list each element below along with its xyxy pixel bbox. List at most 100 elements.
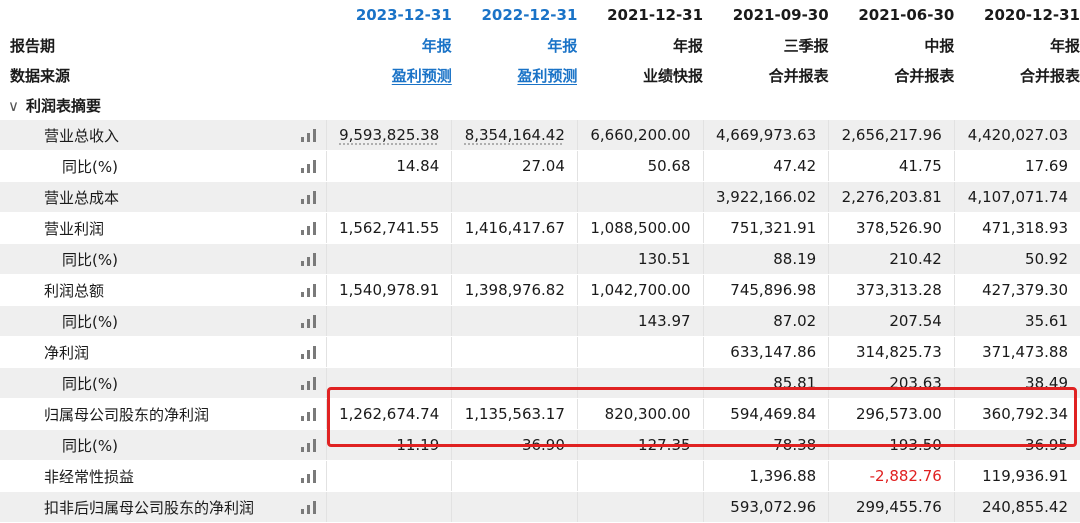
- row-label: 净利润: [0, 336, 327, 368]
- bar-chart-icon[interactable]: [300, 346, 316, 359]
- value-cell: 751,321.91: [702, 212, 829, 244]
- report-type: 年报: [326, 30, 452, 60]
- row-label: 同比(%): [0, 367, 327, 399]
- value-cell: 296,573.00: [828, 398, 955, 430]
- value-cell: 35.61: [953, 305, 1080, 337]
- header-source-row: 数据来源 盈利预测 盈利预测 业绩快报 合并报表 合并报表 合并报表: [0, 60, 1080, 90]
- value-cell: [451, 243, 578, 275]
- value-cell: 299,455.76: [828, 491, 955, 523]
- report-type: 中报: [828, 30, 955, 60]
- value-cell: 371,473.88: [953, 336, 1080, 368]
- section-header-income-summary[interactable]: ∨ 利润表摘要: [0, 90, 1080, 120]
- value-cell: [576, 367, 704, 399]
- value-cell: 427,379.30: [953, 274, 1080, 306]
- value-cell: 85.81: [702, 367, 829, 399]
- section-title-text: 利润表摘要: [26, 96, 102, 115]
- value-cell: [325, 305, 452, 337]
- value-cell: 2,276,203.81: [828, 181, 955, 213]
- report-type: 年报: [954, 30, 1080, 60]
- source-link-forecast[interactable]: 盈利预测: [451, 60, 578, 90]
- value-cell: 1,135,563.17: [451, 398, 578, 430]
- table-row: 利润总额 1,540,978.91 1,398,976.82 1,042,700.00…: [0, 274, 1080, 306]
- value-cell: 41.75: [828, 150, 955, 182]
- value-cell: 87.02: [702, 305, 829, 337]
- row-label-text: 营业利润: [44, 219, 105, 238]
- row-label-text: 净利润: [44, 343, 90, 362]
- report-period-label: 报告期: [0, 30, 327, 60]
- value-cell: 378,526.90: [828, 212, 955, 244]
- bar-chart-icon[interactable]: [300, 129, 316, 142]
- bar-chart-icon[interactable]: [300, 191, 316, 204]
- section-title[interactable]: ∨ 利润表摘要: [0, 90, 327, 120]
- value-cell: 1,088,500.00: [576, 212, 704, 244]
- value-cell: [325, 181, 452, 213]
- report-type: 年报: [577, 30, 704, 60]
- value-cell: 78.38: [702, 429, 829, 461]
- value-cell: 4,420,027.03: [953, 120, 1080, 151]
- source-link-forecast[interactable]: 盈利预测: [326, 60, 452, 90]
- value-cell: 36.90: [451, 429, 578, 461]
- row-label-text: 营业总成本: [44, 188, 120, 207]
- row-label: 扣非后归属母公司股东的净利润: [0, 491, 327, 523]
- value-cell: 203.63: [828, 367, 955, 399]
- value-cell: 14.84: [325, 150, 452, 182]
- value-cell: 11.19: [325, 429, 452, 461]
- bar-chart-icon[interactable]: [300, 408, 316, 421]
- value-cell: 38.49: [953, 367, 1080, 399]
- bar-chart-icon[interactable]: [300, 439, 316, 452]
- value-cell: [451, 181, 578, 213]
- row-label: 营业总成本: [0, 181, 327, 213]
- bar-chart-icon[interactable]: [300, 284, 316, 297]
- table-row: 非经常性损益 1,396.88 -2,882.76 119,936.91: [0, 460, 1080, 492]
- bar-chart-icon[interactable]: [300, 377, 316, 390]
- value-cell: [576, 460, 704, 492]
- value-cell: 88.19: [702, 243, 829, 275]
- value-cell: 119,936.91: [953, 460, 1080, 492]
- bar-chart-icon[interactable]: [300, 501, 316, 514]
- value-cell: 745,896.98: [702, 274, 829, 306]
- header-date[interactable]: 2021-09-30: [703, 0, 829, 30]
- header-report-type-row: 报告期 年报 年报 年报 三季报 中报 年报: [0, 30, 1080, 60]
- table-row: 营业总成本 3,922,166.02 2,276,203.81 4,107,071.7…: [0, 181, 1080, 213]
- value-cell: 360,792.34: [953, 398, 1080, 430]
- report-type: 年报: [451, 30, 578, 60]
- value-cell: 36.95: [953, 429, 1080, 461]
- chevron-down-icon[interactable]: ∨: [8, 97, 22, 115]
- value-cell: [576, 491, 704, 523]
- bar-chart-icon[interactable]: [300, 315, 316, 328]
- value-cell: [576, 336, 704, 368]
- row-label-text: 利润总额: [44, 281, 105, 300]
- data-source-label: 数据来源: [0, 60, 327, 90]
- table-row: 归属母公司股东的净利润 1,262,674.74 1,135,563.17 820,3…: [0, 398, 1080, 430]
- table-row: 同比(%) 130.51 88.19 210.42 50.92: [0, 243, 1080, 275]
- value-cell: 50.68: [576, 150, 704, 182]
- bar-chart-icon[interactable]: [300, 222, 316, 235]
- header-date[interactable]: 2023-12-31: [326, 0, 452, 30]
- value-cell: 1,042,700.00: [576, 274, 704, 306]
- value-cell: [325, 460, 452, 492]
- value-cell: 1,396.88: [702, 460, 829, 492]
- row-label-text: 归属母公司股东的净利润: [44, 405, 210, 424]
- bar-chart-icon[interactable]: [300, 470, 316, 483]
- table-row: 营业利润 1,562,741.55 1,416,417.67 1,088,500.00…: [0, 212, 1080, 244]
- financial-summary-table: 2023-12-31 2022-12-31 2021-12-31 2021-09…: [0, 0, 1080, 523]
- row-label: 营业利润: [0, 212, 327, 244]
- header-date[interactable]: 2022-12-31: [451, 0, 578, 30]
- header-date[interactable]: 2020-12-31: [954, 0, 1080, 30]
- header-date[interactable]: 2021-06-30: [828, 0, 955, 30]
- table-row: 同比(%) 85.81 203.63 38.49: [0, 367, 1080, 399]
- row-label-text: 扣非后归属母公司股东的净利润: [44, 498, 255, 517]
- bar-chart-icon[interactable]: [300, 160, 316, 173]
- header-date[interactable]: 2021-12-31: [577, 0, 704, 30]
- value-cell: [325, 336, 452, 368]
- row-label-text: 同比(%): [62, 157, 118, 176]
- value-cell: 9,593,825.38: [325, 120, 452, 151]
- value-cell: 1,416,417.67: [451, 212, 578, 244]
- table-row: 同比(%) 143.97 87.02 207.54 35.61: [0, 305, 1080, 337]
- bar-chart-icon[interactable]: [300, 253, 316, 266]
- row-label: 营业总收入: [0, 120, 327, 151]
- value-cell: 4,669,973.63: [702, 120, 829, 151]
- row-label-text: 非经常性损益: [44, 467, 135, 486]
- value-cell: 8,354,164.42: [451, 120, 578, 151]
- value-cell: 1,262,674.74: [325, 398, 452, 430]
